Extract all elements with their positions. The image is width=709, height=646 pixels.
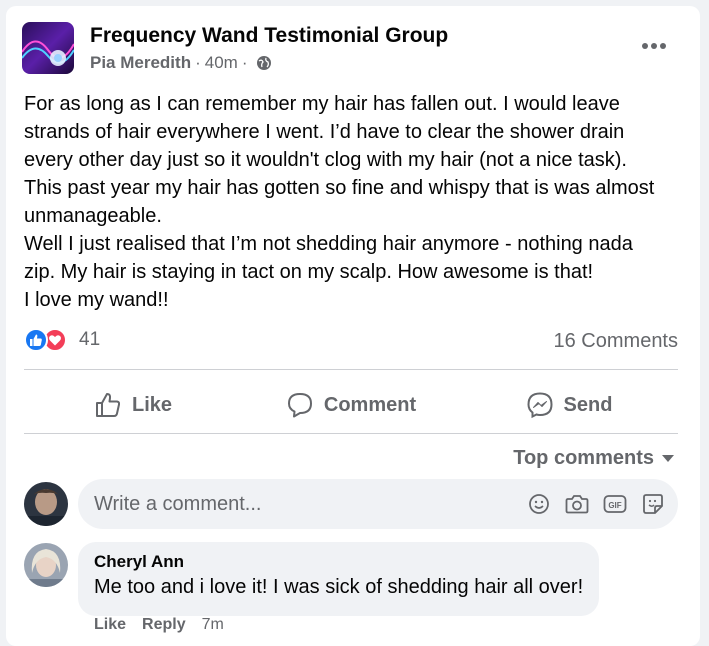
- comment-like-button[interactable]: Like: [94, 616, 126, 634]
- commenter-avatar[interactable]: [24, 543, 68, 587]
- post-text-line: For as long as I can remember my hair ha…: [24, 93, 620, 115]
- post-text-line: zip. My hair is staying in tact on my sc…: [24, 261, 594, 283]
- comment-input[interactable]: [78, 479, 526, 529]
- comments-count[interactable]: 16 Comments: [554, 330, 679, 353]
- post-body: For as long as I can remember my hair ha…: [24, 90, 690, 314]
- svg-text:GIF: GIF: [608, 501, 621, 510]
- author-name[interactable]: Pia Meredith: [90, 53, 191, 73]
- comment-button-label: Comment: [323, 393, 417, 416]
- post-meta: Pia Meredith · 40m ·: [90, 53, 272, 73]
- comment-reply-button[interactable]: Reply: [142, 616, 186, 634]
- post-text-line: every other day just so it wouldn't clog…: [24, 149, 627, 171]
- post-time[interactable]: 40m: [205, 53, 238, 73]
- comment-bubble: Cheryl Ann Me too and i love it! I was s…: [78, 542, 600, 616]
- sort-comments-dropdown[interactable]: Top comments: [513, 447, 674, 470]
- post-text-line: I love my wand!!: [24, 289, 169, 311]
- group-name[interactable]: Frequency Wand Testimonial Group: [90, 24, 448, 48]
- like-button[interactable]: Like: [24, 376, 242, 434]
- current-user-avatar[interactable]: [24, 482, 68, 526]
- camera-icon[interactable]: [564, 491, 590, 517]
- group-avatar[interactable]: [22, 22, 74, 74]
- commenter-name[interactable]: Cheryl Ann: [94, 552, 583, 572]
- sticker-icon[interactable]: [640, 491, 666, 517]
- post-text-line: Well I just realised that I’m not sheddi…: [24, 233, 633, 255]
- post-text-line: strands of hair everywhere I went. I’d h…: [24, 121, 625, 143]
- post-text-line: unmanageable.: [24, 205, 162, 227]
- divider: [24, 433, 678, 434]
- like-button-label: Like: [131, 393, 173, 416]
- reactions-summary[interactable]: 41: [24, 328, 100, 352]
- globe-icon: [256, 55, 272, 71]
- speech-bubble-icon: [287, 393, 312, 418]
- comment-button[interactable]: Comment: [242, 376, 460, 434]
- separator-dot: ·: [241, 53, 248, 72]
- more-options-icon[interactable]: [640, 36, 668, 56]
- comment-time[interactable]: 7m: [202, 616, 224, 634]
- comment-actions: Like Reply 7m: [94, 616, 224, 634]
- reaction-count: 41: [79, 329, 101, 350]
- thumbs-up-icon: [95, 393, 121, 417]
- separator-dot: ·: [195, 53, 201, 72]
- like-reaction-icon: [24, 328, 48, 352]
- send-button-label: Send: [563, 393, 613, 416]
- post-card: Frequency Wand Testimonial Group Pia Mer…: [6, 6, 700, 646]
- comment-composer: GIF: [78, 479, 678, 529]
- post-text-line: This past year my hair has gotten so fin…: [24, 177, 655, 199]
- divider: [24, 369, 678, 370]
- messenger-icon: [527, 392, 553, 419]
- comment-text: Me too and i love it! I was sick of shed…: [94, 576, 584, 598]
- chevron-down-icon: [662, 455, 674, 462]
- gif-icon[interactable]: GIF: [602, 491, 628, 517]
- send-button[interactable]: Send: [460, 376, 678, 434]
- post-actions: Like Comment Send: [24, 376, 678, 434]
- sort-label: Top comments: [513, 447, 654, 469]
- emoji-icon[interactable]: [526, 491, 552, 517]
